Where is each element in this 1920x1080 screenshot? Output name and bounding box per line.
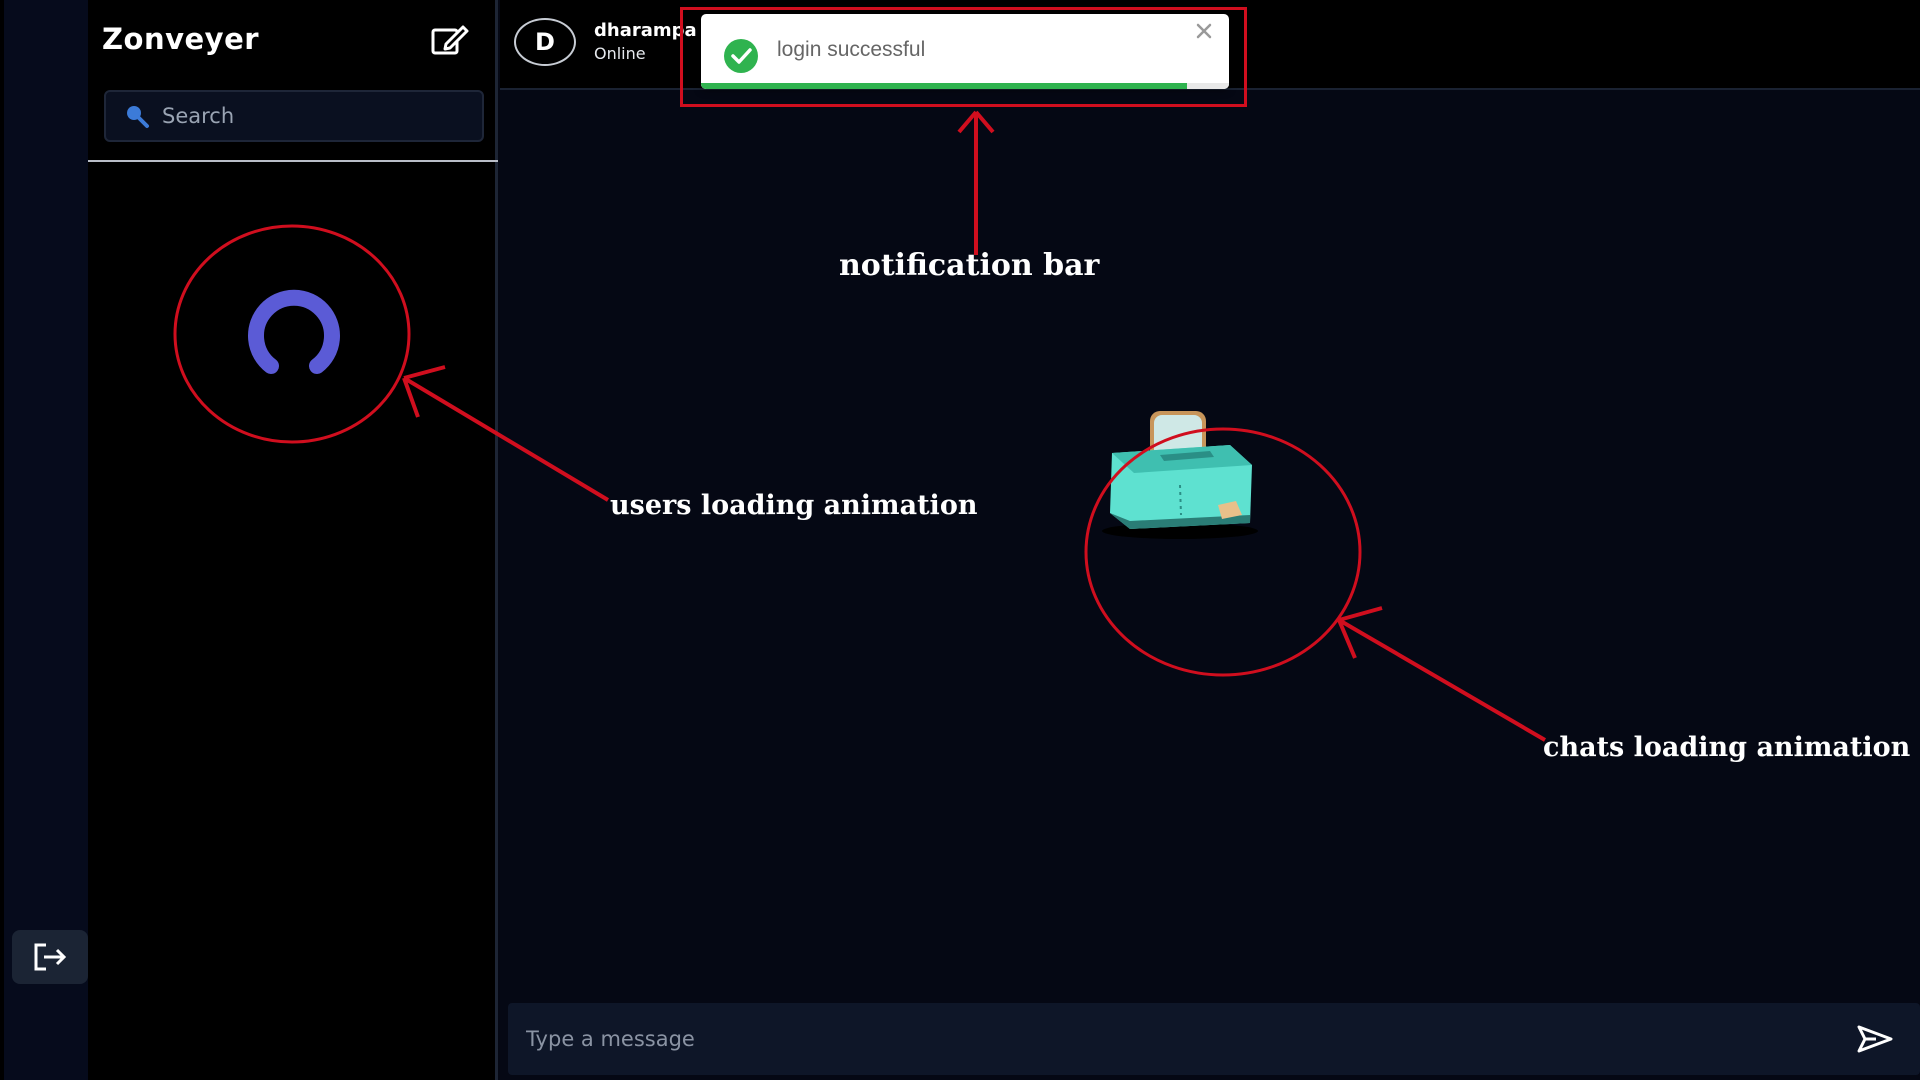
users-loading-spinner [248, 289, 340, 374]
chats-annotation-label: chats loading animation [1543, 732, 1911, 763]
sidebar: Zonveyer [88, 0, 498, 1080]
logout-button[interactable] [12, 930, 88, 984]
send-icon[interactable] [1856, 1023, 1894, 1055]
sidebar-divider [88, 160, 498, 162]
avatar[interactable]: D [514, 18, 576, 66]
logout-icon [34, 943, 67, 971]
search-input[interactable] [160, 103, 464, 129]
message-input[interactable] [524, 1026, 1808, 1052]
online-status: Online [594, 44, 646, 63]
message-composer[interactable] [508, 1003, 1920, 1075]
toaster-icon [1102, 411, 1258, 539]
notification-annotation-label: notification bar [839, 248, 1100, 283]
users-annotation-label: users loading animation [610, 490, 978, 521]
search-box[interactable] [104, 90, 484, 142]
search-icon [127, 106, 149, 128]
left-rail [0, 0, 88, 1080]
compose-icon[interactable] [430, 22, 470, 56]
notification-annotation-box [680, 7, 1247, 107]
app-brand: Zonveyer [102, 22, 260, 56]
